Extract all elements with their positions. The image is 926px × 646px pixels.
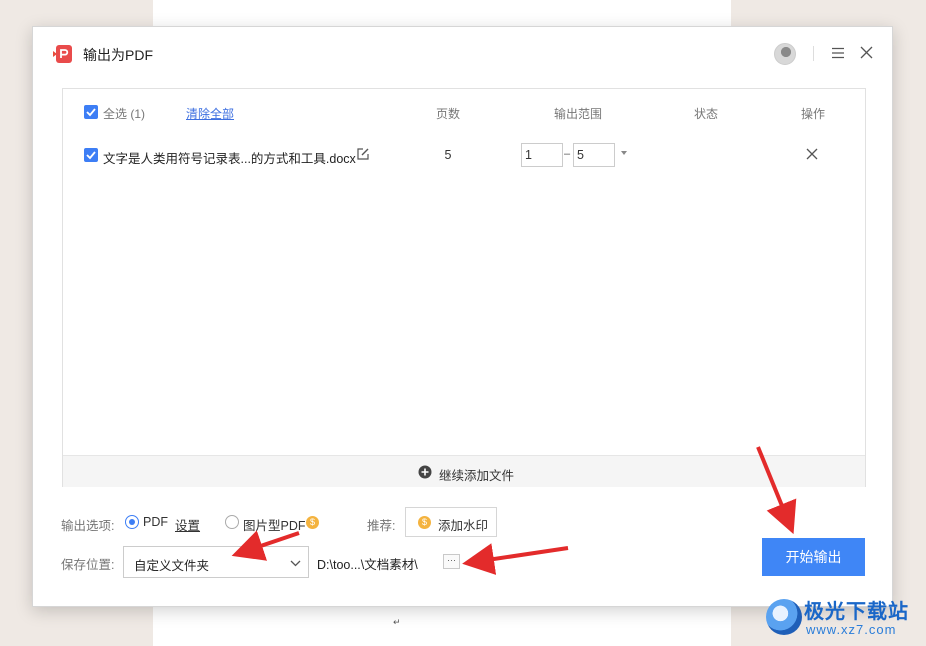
range-from-input[interactable]: 1 — [521, 143, 563, 167]
vip-badge-icon: $ — [418, 516, 431, 529]
site-logo-icon — [766, 599, 802, 635]
select-all-label: 全选 (1) — [103, 107, 146, 121]
add-watermark-button[interactable]: $ 添加水印 — [405, 507, 497, 537]
user-avatar[interactable] — [774, 43, 796, 65]
column-header-pages: 页数 — [435, 107, 460, 121]
chevron-down-icon — [290, 560, 301, 567]
save-location-label: 保存位置: — [61, 558, 115, 572]
add-more-files-button[interactable]: 继续添加文件 — [63, 455, 865, 487]
image-pdf-radio[interactable] — [225, 515, 239, 529]
site-url: www.xz7.com — [806, 622, 897, 637]
add-more-files-label: 继续添加文件 — [439, 469, 515, 483]
export-pdf-dialog: 输出为PDF 全选 (1) 清除全部 页数 输出范围 状态 操作 文字是人类用符… — [32, 26, 893, 607]
output-options-label: 输出选项: — [61, 519, 115, 533]
pdf-option-label: PDF — [143, 515, 168, 529]
site-name: 极光下载站 — [804, 601, 909, 623]
titlebar-divider — [813, 46, 814, 61]
edit-icon[interactable] — [356, 147, 370, 161]
pdf-settings-link[interactable]: 设置 — [175, 515, 200, 534]
plus-circle-icon — [418, 465, 432, 479]
dialog-title: 输出为PDF — [83, 47, 153, 63]
save-location-select[interactable]: 自定义文件夹 — [123, 546, 309, 578]
pdf-radio[interactable] — [125, 515, 139, 529]
select-count: (1) — [130, 107, 146, 121]
save-path: D:\too...\文档素材\ — [317, 558, 418, 572]
range-dropdown-icon[interactable] — [620, 149, 628, 157]
range-separator: – — [564, 148, 571, 160]
recommend-label: 推荐: — [367, 519, 396, 533]
menu-icon[interactable] — [830, 45, 846, 61]
column-header-output-range: 输出范围 — [553, 107, 602, 121]
pdf-app-logo-icon — [53, 45, 72, 63]
image-pdf-option-label: 图片型PDF — [243, 519, 306, 533]
file-checkbox[interactable] — [84, 148, 98, 162]
column-header-status: 状态 — [693, 107, 718, 121]
save-location-value: 自定义文件夹 — [134, 559, 210, 573]
remove-file-icon[interactable] — [805, 147, 819, 161]
file-page-count: 5 — [444, 148, 452, 162]
column-header-action: 操作 — [800, 107, 825, 121]
vip-badge-icon: $ — [306, 516, 319, 529]
close-icon[interactable] — [858, 44, 875, 61]
dialog-titlebar: 输出为PDF — [33, 27, 892, 79]
browse-folder-button[interactable]: ··· — [443, 554, 460, 569]
select-all-checkbox[interactable] — [84, 105, 98, 119]
start-export-button[interactable]: 开始输出 — [762, 538, 865, 576]
paragraph-mark: ↵ — [393, 617, 401, 627]
file-name: 文字是人类用符号记录表...的方式和工具.docx — [103, 152, 356, 166]
file-list-panel: 全选 (1) 清除全部 页数 输出范围 状态 操作 文字是人类用符号记录表...… — [62, 88, 866, 487]
range-to-input[interactable]: 5 — [573, 143, 615, 167]
add-watermark-label: 添加水印 — [438, 519, 489, 533]
clear-all-link[interactable]: 清除全部 — [186, 105, 234, 122]
site-watermark-logo: 极光下载站 www.xz7.com — [764, 593, 924, 643]
